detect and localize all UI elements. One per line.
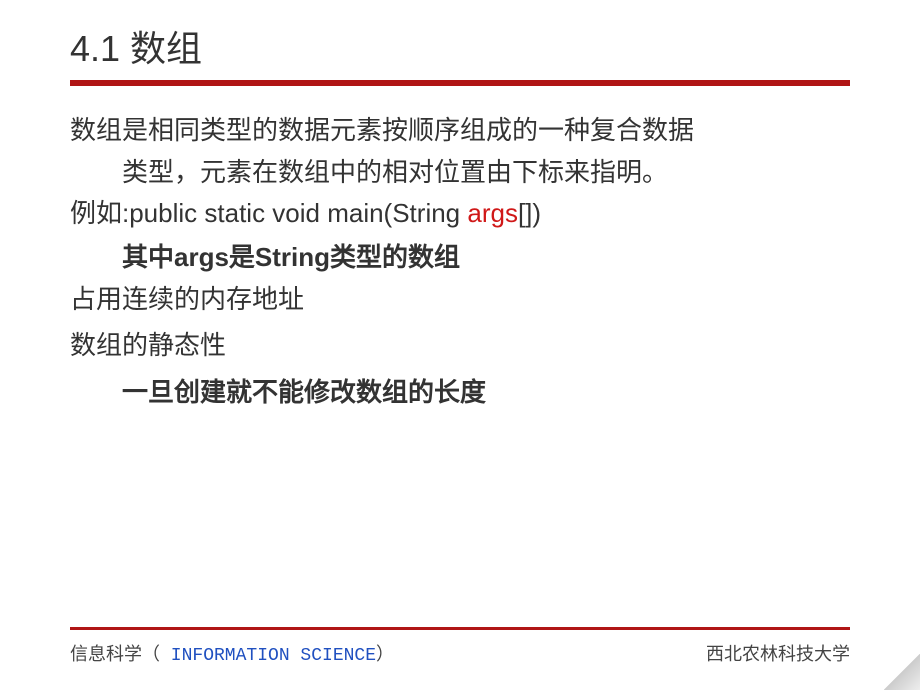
content-area: 数组是相同类型的数据元素按顺序组成的一种复合数据 类型，元素在数组中的相对位置由… — [0, 86, 920, 414]
intro-paragraph-line2: 类型，元素在数组中的相对位置由下标来指明。 — [70, 152, 850, 194]
footer-divider — [70, 627, 850, 630]
footer-left-close: ） — [376, 644, 394, 664]
example-prefix: 例如:public static void main(String — [70, 198, 467, 228]
footer-right: 西北农林科技大学 — [706, 640, 850, 666]
example-args-keyword: args — [467, 198, 518, 228]
footer-left-cn: 信息科学（ — [70, 644, 160, 664]
page-corner-fold-icon — [884, 654, 920, 690]
example-suffix: []) — [518, 198, 541, 228]
footer-left-en: INFORMATION SCIENCE — [160, 646, 376, 666]
static-line: 数组的静态性 — [70, 325, 850, 367]
args-description: 其中args是String类型的数组 — [70, 235, 850, 279]
footer-content: 信息科学（ INFORMATION SCIENCE） 西北农林科技大学 — [70, 640, 850, 666]
slide-container: 4.1 数组 数组是相同类型的数据元素按顺序组成的一种复合数据 类型，元素在数组… — [0, 0, 920, 690]
static-description: 一旦创建就不能修改数组的长度 — [70, 370, 850, 414]
intro-paragraph-line1: 数组是相同类型的数据元素按顺序组成的一种复合数据 — [70, 110, 850, 152]
example-line: 例如:public static void main(String args[]… — [70, 193, 850, 235]
slide-title: 4.1 数组 — [70, 20, 850, 72]
title-area: 4.1 数组 — [0, 0, 920, 86]
memory-line: 占用连续的内存地址 — [70, 279, 850, 321]
footer-left: 信息科学（ INFORMATION SCIENCE） — [70, 640, 394, 666]
footer: 信息科学（ INFORMATION SCIENCE） 西北农林科技大学 — [0, 627, 920, 666]
